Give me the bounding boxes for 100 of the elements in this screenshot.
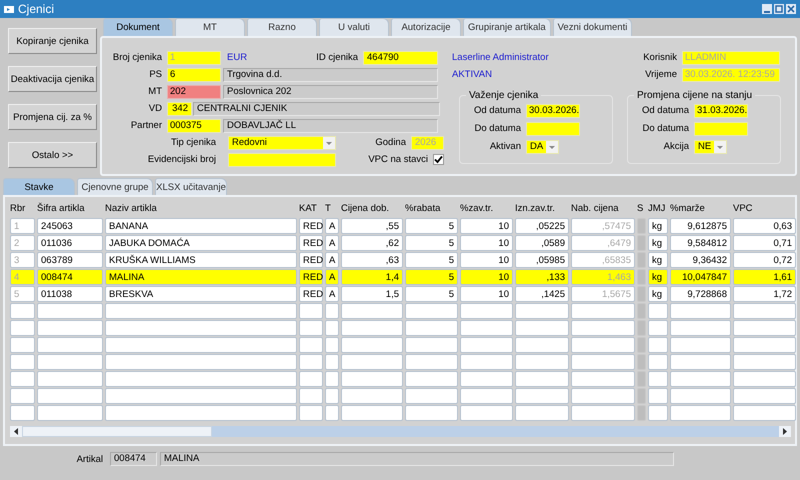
field-label: Evidencijski broj — [146, 154, 217, 165]
empty-cell — [515, 337, 569, 353]
action-button[interactable]: Promjena cij. za % — [8, 104, 97, 130]
minimize-icon[interactable] — [762, 4, 772, 14]
tab[interactable]: U valuti — [319, 18, 389, 36]
close-icon[interactable] — [786, 4, 796, 14]
checkbox[interactable] — [433, 154, 444, 165]
table-cell: ,05225 — [515, 218, 569, 234]
date-field[interactable] — [694, 122, 748, 136]
empty-cell — [460, 371, 513, 387]
dropdown[interactable]: Redovni — [228, 136, 336, 150]
tab[interactable]: Autorizacije — [391, 18, 461, 36]
horizontal-scrollbar[interactable] — [10, 426, 791, 437]
empty-cell — [37, 320, 103, 336]
field-label: Korisnik — [642, 52, 678, 63]
empty-cell — [571, 405, 635, 421]
empty-cell — [571, 371, 635, 387]
empty-cell — [648, 337, 668, 353]
empty-cell — [299, 371, 323, 387]
tab[interactable]: Dokument — [103, 18, 173, 36]
empty-cell — [10, 388, 35, 404]
table-cell: A — [325, 269, 339, 285]
date-field[interactable]: 30.03.2026. — [526, 104, 580, 118]
field-label: Do datuma — [642, 123, 690, 134]
table-cell: A — [325, 286, 339, 302]
empty-cell — [10, 303, 35, 319]
caret-icon — [546, 140, 558, 152]
table-cell: RED — [299, 286, 323, 302]
empty-cell — [670, 337, 731, 353]
group-title: Promjena cijene na stanju — [636, 90, 754, 101]
empty-cell — [299, 320, 323, 336]
table-cell: ,63 — [341, 252, 403, 268]
table-cell: 0,63 — [733, 218, 796, 234]
column-header: Naziv artikla — [105, 203, 158, 215]
empty-cell — [733, 371, 796, 387]
tab[interactable]: Stavke — [3, 178, 75, 195]
date-field[interactable] — [526, 122, 580, 136]
input-field[interactable]: 202 — [167, 84, 221, 98]
table-cell: KRUŠKA WILLIAMS — [105, 252, 297, 268]
field-label: Od datuma — [473, 105, 522, 116]
table-cell: 3 — [10, 252, 35, 268]
empty-cell — [299, 337, 323, 353]
field-label: Artikal — [76, 454, 104, 464]
empty-cell — [460, 303, 513, 319]
action-button[interactable]: Kopiranje cjenika — [8, 28, 97, 54]
empty-cell — [648, 405, 668, 421]
table-cell: kg — [648, 252, 668, 268]
column-header: Šifra artikla — [37, 203, 86, 215]
maximize-icon[interactable] — [774, 4, 784, 14]
table-cell: ,65835 — [571, 252, 635, 268]
tab[interactable]: Cjenovne grupe — [77, 178, 153, 195]
tab[interactable]: Razno — [247, 18, 317, 36]
table-cell: 1,463 — [571, 269, 635, 285]
description-field: Poslovnica 202 — [223, 84, 438, 98]
table-cell: 10 — [460, 269, 513, 285]
empty-cell — [460, 354, 513, 370]
empty-cell — [405, 354, 458, 370]
input-field[interactable]: 000375 — [167, 118, 221, 132]
table-cell: 9,584812 — [670, 235, 731, 251]
tab[interactable]: Vezni dokumenti — [552, 18, 632, 36]
empty-cell — [341, 405, 403, 421]
empty-cell — [405, 337, 458, 353]
scroll-thumb[interactable] — [22, 426, 212, 437]
tab[interactable]: XLSX učitavanje — [155, 178, 227, 195]
table-cell: kg — [648, 235, 668, 251]
scroll-left-icon[interactable] — [10, 426, 22, 437]
empty-cell — [10, 320, 35, 336]
empty-cell — [460, 337, 513, 353]
field-label: MT — [147, 86, 163, 97]
tab[interactable]: Grupiranje artikala — [463, 18, 551, 36]
table-cell: 4 — [10, 269, 35, 285]
empty-cell — [10, 371, 35, 387]
input-field[interactable]: 342 — [167, 102, 192, 116]
empty-cell — [341, 354, 403, 370]
input-field[interactable] — [228, 152, 336, 166]
dropdown[interactable]: DA — [526, 140, 559, 154]
table-cell: 063789 — [37, 252, 103, 268]
field-label: Partner — [130, 120, 163, 131]
action-button[interactable]: Deaktivacija cjenika — [8, 66, 97, 92]
scroll-right-icon[interactable] — [779, 426, 791, 437]
dropdown[interactable]: NE — [694, 140, 727, 154]
table-cell: MALINA — [105, 269, 297, 285]
field-label: Do datuma — [474, 123, 522, 134]
table-cell: 10,047847 — [670, 269, 731, 285]
table-cell: 5 — [405, 218, 458, 234]
tab[interactable]: MT — [175, 18, 245, 36]
table-cell: ,55 — [341, 218, 403, 234]
column-header: T — [325, 203, 332, 215]
date-field[interactable]: 31.03.2026. — [694, 104, 748, 118]
empty-cell — [515, 354, 569, 370]
input-field[interactable]: 464790 — [363, 50, 438, 64]
empty-cell — [733, 337, 796, 353]
table-cell: 10 — [460, 235, 513, 251]
empty-cell — [571, 337, 635, 353]
empty-cell — [10, 405, 35, 421]
input-field[interactable]: 6 — [167, 68, 221, 82]
empty-cell — [571, 354, 635, 370]
table-cell: 5 — [405, 269, 458, 285]
action-button[interactable]: Ostalo >> — [8, 142, 97, 168]
table-cell: 1,4 — [341, 269, 403, 285]
